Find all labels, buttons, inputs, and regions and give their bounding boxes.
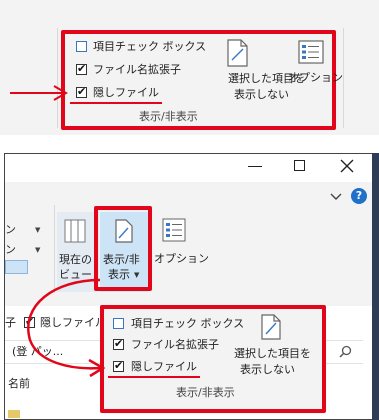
hidden-files-checkbox[interactable]: ✔ [76, 85, 87, 98]
hide-selected-icon [261, 314, 281, 340]
popup-hide-selected-label-2: 表示しない [240, 363, 295, 376]
maximize-button[interactable] [294, 160, 305, 171]
current-view-label-1: 現在の [59, 253, 92, 266]
ribbon-divider-left [57, 28, 58, 128]
hidden-files-underline [70, 102, 162, 104]
popup-hidden-files-label: 隠しファイル [131, 360, 197, 373]
hide-selected-items-button[interactable]: 選択した項目を 表示しない [222, 36, 305, 102]
left-truncated-label-2: ン [5, 243, 16, 256]
popup-file-extension-label: ファイル名拡張子 [131, 338, 219, 351]
close-button[interactable] [340, 159, 354, 173]
dropdown-arrow-icon[interactable]: ▼ [35, 226, 40, 234]
chevron-down-icon[interactable] [330, 193, 342, 201]
item-checkbox-checkbox[interactable] [76, 41, 87, 52]
item-checkbox-label: 項目チェック ボックス [93, 40, 207, 53]
group-label-top: 表示/非表示 [139, 110, 198, 123]
annotation-arrow-top [10, 85, 68, 101]
popup-hide-selected-button[interactable]: 選択した項目を 表示しない [232, 313, 312, 379]
file-row-fragment [8, 410, 20, 418]
window-dark-edge [372, 153, 379, 420]
hide-selected-label-2: 表示しない [234, 88, 289, 101]
annotation-curved-arrow [27, 278, 106, 378]
popup-hidden-files-underline [108, 376, 200, 378]
check-icon: ✔ [77, 62, 87, 75]
search-icon[interactable] [339, 345, 352, 358]
options-button[interactable]: オプション [286, 40, 343, 90]
left-truncated-label-1: ン [5, 223, 16, 236]
popup-hide-selected-label-1: 選択した項目を [234, 347, 311, 360]
minimize-button[interactable] [248, 166, 262, 167]
options-label: オプション [288, 71, 343, 84]
ribbon-divider-right [343, 28, 344, 128]
help-icon[interactable]: ? [351, 188, 367, 204]
window-options-label: オプション [154, 252, 209, 265]
hide-selected-icon [227, 39, 248, 67]
hidden-files-label: 隠しファイル [93, 86, 159, 99]
window-options-button[interactable]: オプション [152, 212, 209, 272]
check-icon: ✔ [77, 85, 87, 98]
current-view-icon [64, 219, 86, 243]
popup-group-label: 表示/非表示 [176, 386, 235, 399]
options-icon [162, 218, 186, 242]
dropdown-arrow-icon[interactable]: ▼ [35, 246, 40, 254]
popup-item-checkbox-label: 項目チェック ボックス [131, 317, 245, 330]
file-extension-checkbox[interactable]: ✔ [76, 62, 87, 75]
options-icon [298, 40, 324, 64]
file-extension-label: ファイル名拡張子 [93, 63, 181, 76]
